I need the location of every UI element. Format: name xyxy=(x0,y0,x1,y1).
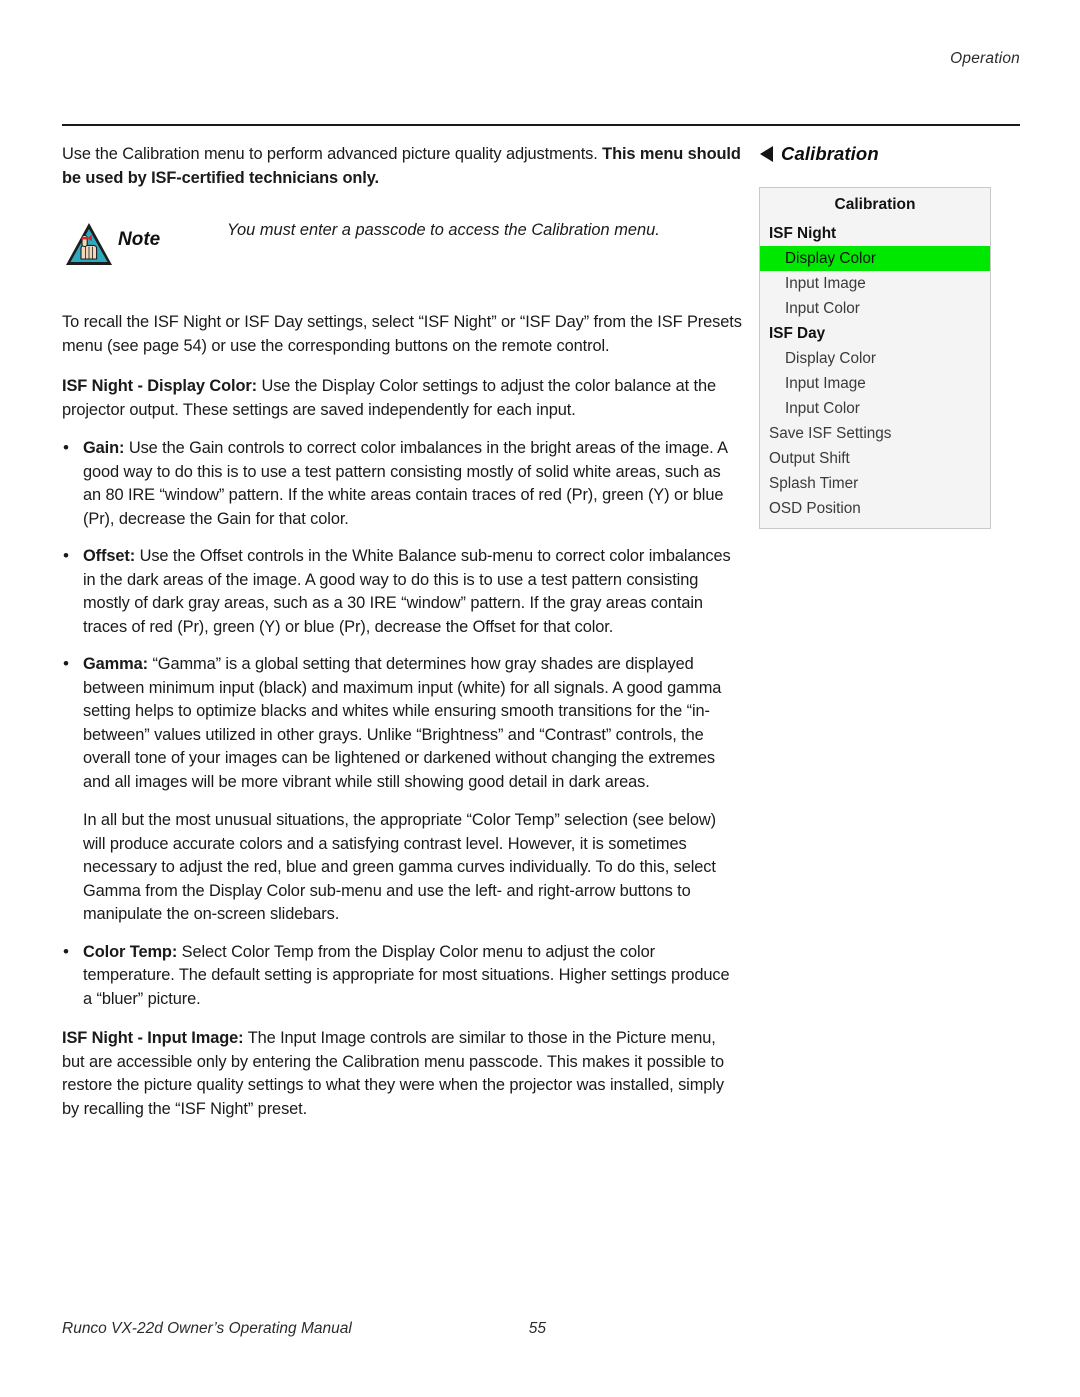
left-triangle-icon xyxy=(760,146,773,162)
note-callout: Note You must enter a passcode to access… xyxy=(62,207,742,285)
settings-bullet-list: Gain: Use the Gain controls to correct c… xyxy=(62,436,742,1012)
footer-page-number: 55 xyxy=(528,1320,546,1337)
osd-item-output-shift[interactable]: Output Shift xyxy=(760,446,990,471)
note-label: Note xyxy=(118,229,161,250)
osd-item-night-input-color[interactable]: Input Color xyxy=(760,296,990,321)
bullet-body: Select Color Temp from the Display Color… xyxy=(83,942,730,1008)
sidebar-heading: Calibration xyxy=(760,143,1021,165)
calibration-osd-menu: Calibration ISF Night Display Color Inpu… xyxy=(759,187,991,529)
osd-item-splash-timer[interactable]: Splash Timer xyxy=(760,471,990,496)
bullet-sub-paragraph: In all but the most unusual situations, … xyxy=(83,811,717,923)
list-item: Gamma: “Gamma” is a global setting that … xyxy=(62,652,742,927)
intro-paragraph: Use the Calibration menu to perform adva… xyxy=(62,143,742,190)
osd-item-osd-position[interactable]: OSD Position xyxy=(760,496,990,521)
osd-menu-title: Calibration xyxy=(834,196,916,213)
osd-item-day-display-color[interactable]: Display Color xyxy=(760,346,990,371)
list-item: Gain: Use the Gain controls to correct c… xyxy=(62,436,742,531)
header-rule xyxy=(62,124,1020,126)
bullet-body: “Gamma” is a global setting that determi… xyxy=(83,655,722,791)
bullet-body: Use the Offset controls in the White Bal… xyxy=(83,547,731,636)
note-hand-triangle-icon xyxy=(64,221,114,267)
osd-item-isf-night[interactable]: ISF Night xyxy=(760,221,990,246)
osd-item-night-display-color[interactable]: Display Color xyxy=(760,246,990,271)
body-column: Use the Calibration menu to perform adva… xyxy=(62,143,742,1138)
input-image-lead: ISF Night - Input Image: xyxy=(62,1029,244,1047)
running-header: Operation xyxy=(950,50,1020,67)
intro-plain-text: Use the Calibration menu to perform adva… xyxy=(62,145,603,163)
osd-item-save-isf-settings[interactable]: Save ISF Settings xyxy=(760,421,990,446)
bullet-lead: Gamma: xyxy=(83,655,148,673)
osd-item-day-input-color[interactable]: Input Color xyxy=(760,396,990,421)
input-image-paragraph: ISF Night - Input Image: The Input Image… xyxy=(62,1027,742,1121)
sidebar-column: Calibration Calibration ISF Night Displa… xyxy=(759,143,1021,529)
bullet-lead: Gain: xyxy=(83,439,125,457)
note-text: You must enter a passcode to access the … xyxy=(227,221,660,239)
list-item: Offset: Use the Offset controls in the W… xyxy=(62,544,742,639)
osd-item-day-input-image[interactable]: Input Image xyxy=(760,371,990,396)
display-color-paragraph: ISF Night - Display Color: Use the Displ… xyxy=(62,375,742,422)
osd-item-isf-day[interactable]: ISF Day xyxy=(760,321,990,346)
list-item: Color Temp: Select Color Temp from the D… xyxy=(62,940,742,1012)
recall-paragraph: To recall the ISF Night or ISF Day setti… xyxy=(62,313,742,355)
display-color-lead: ISF Night - Display Color: xyxy=(62,377,258,395)
bullet-body: Use the Gain controls to correct color i… xyxy=(83,439,728,528)
bullet-lead: Color Temp: xyxy=(83,942,178,961)
bullet-lead: Offset: xyxy=(83,547,136,565)
osd-item-night-input-image[interactable]: Input Image xyxy=(760,271,990,296)
sidebar-heading-label: Calibration xyxy=(781,143,879,164)
